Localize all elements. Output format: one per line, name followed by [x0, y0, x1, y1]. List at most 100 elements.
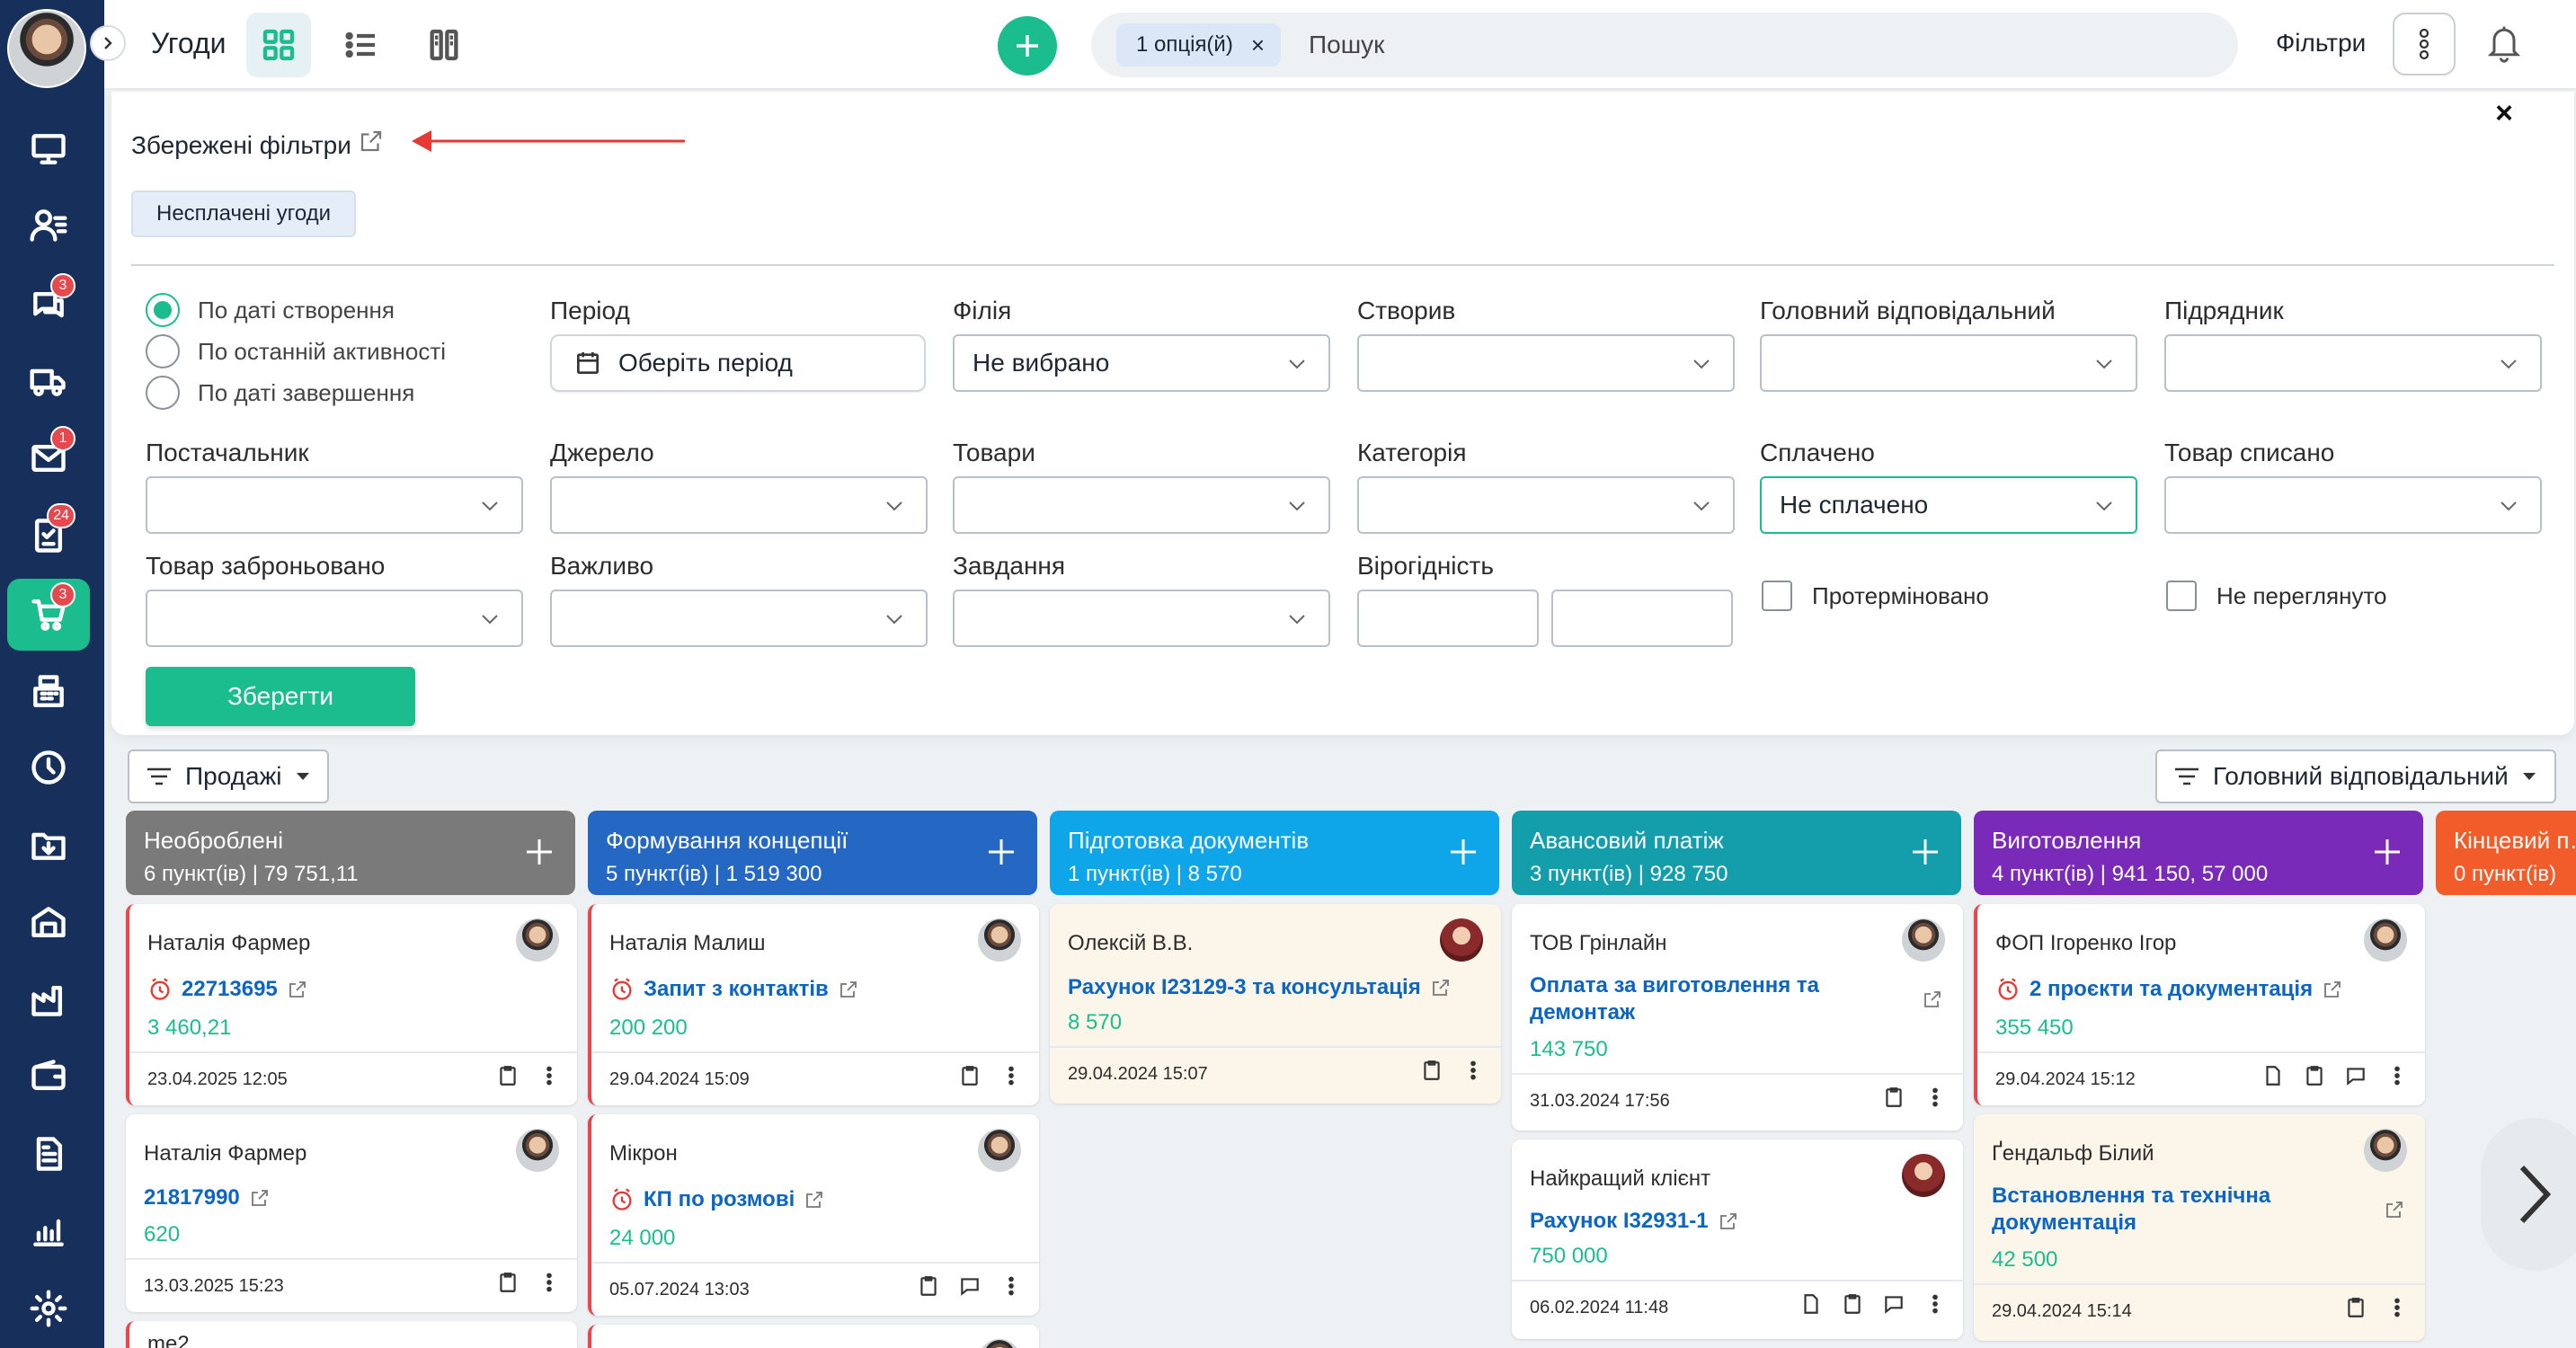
deal-card[interactable]: Мікрон КП по розмові 24 000 05.07.2024 1… — [588, 1114, 1039, 1316]
sidebar-item-cashier[interactable] — [27, 670, 70, 714]
products-select[interactable] — [953, 476, 1330, 534]
clipboard-icon[interactable] — [2303, 1064, 2326, 1087]
clipboard-icon[interactable] — [1420, 1059, 1443, 1082]
sidebar-item-deals[interactable]: 3 — [27, 582, 76, 636]
list-view-button[interactable] — [329, 13, 394, 77]
plus-icon[interactable] — [1907, 834, 1943, 870]
clipboard-icon[interactable] — [1841, 1292, 1864, 1316]
branch-select[interactable]: Не вибрано — [953, 334, 1330, 392]
vertical-dots-icon[interactable] — [1461, 1059, 1485, 1082]
card-title[interactable]: 22713695 — [182, 976, 278, 1003]
radio-button[interactable] — [146, 376, 180, 410]
sidebar-item-finance[interactable] — [27, 1055, 70, 1098]
supplier-select[interactable] — [146, 476, 523, 534]
file-icon[interactable] — [2261, 1064, 2285, 1087]
plus-icon[interactable] — [983, 834, 1019, 870]
sidebar-item-delivery[interactable] — [27, 359, 70, 403]
external-link-icon[interactable] — [1922, 989, 1943, 1010]
plus-icon[interactable] — [2369, 834, 2405, 870]
external-link-icon[interactable] — [2322, 979, 2343, 1000]
deal-card[interactable]: me2 — [126, 1321, 577, 1348]
category-select[interactable] — [1357, 476, 1735, 534]
plus-icon[interactable] — [1445, 834, 1481, 870]
sidebar-item-contacts[interactable] — [27, 203, 70, 246]
deal-card[interactable]: Наталія Фармер 22713695 3 460,21 23.04.2… — [126, 904, 577, 1105]
vertical-dots-icon[interactable] — [999, 1064, 1023, 1087]
paid-select[interactable]: Не сплачено — [1760, 476, 2137, 534]
add-deal-button[interactable] — [998, 16, 1057, 75]
close-filter-panel-button[interactable]: × — [2481, 95, 2527, 131]
source-select[interactable] — [550, 476, 928, 534]
external-link-icon[interactable] — [249, 1187, 271, 1209]
vertical-dots-icon[interactable] — [2385, 1296, 2409, 1319]
card-title[interactable]: Рахунок I32931-1 — [1530, 1208, 1709, 1235]
vertical-dots-icon[interactable] — [999, 1274, 1023, 1298]
sidebar-item-dashboard[interactable] — [27, 128, 70, 171]
external-link-icon[interactable] — [287, 979, 308, 1000]
comment-icon[interactable] — [2344, 1064, 2367, 1087]
clipboard-icon[interactable] — [1882, 1086, 1905, 1109]
vertical-dots-icon[interactable] — [1923, 1086, 1947, 1109]
group-by-select[interactable]: Головний відповідальний — [2155, 749, 2556, 803]
clipboard-icon[interactable] — [958, 1064, 982, 1087]
card-title[interactable]: Встановлення та технічна документація — [1992, 1184, 2270, 1235]
filters-button[interactable]: Фільтри — [2276, 29, 2366, 58]
created-by-select[interactable] — [1357, 334, 1735, 392]
checkbox-box[interactable] — [2166, 581, 2197, 611]
probability-to-input[interactable] — [1551, 590, 1733, 647]
radio-button[interactable] — [146, 293, 180, 327]
external-link-icon[interactable] — [358, 128, 385, 155]
main-responsible-select[interactable] — [1760, 334, 2137, 392]
sidebar-item-production[interactable] — [27, 978, 70, 1021]
reserved-select[interactable] — [146, 590, 523, 647]
sidebar-item-tasks[interactable]: 24 — [27, 503, 76, 557]
sidebar-item-settings[interactable] — [27, 1287, 70, 1330]
comment-icon[interactable] — [1882, 1292, 1905, 1316]
card-title[interactable]: Рахунок I23129-3 та консультація — [1068, 974, 1421, 1001]
save-filter-button[interactable]: Зберегти — [146, 667, 415, 726]
pipeline-select[interactable]: Продажі — [128, 749, 329, 803]
clipboard-icon[interactable] — [496, 1271, 520, 1294]
kanban-view-button[interactable] — [246, 13, 311, 77]
checkbox-box[interactable] — [1762, 581, 1792, 611]
scroll-right-button[interactable] — [2481, 1118, 2576, 1271]
radio-created-date[interactable]: По даті створення — [146, 293, 395, 327]
important-select[interactable] — [550, 590, 928, 647]
sidebar-item-chat[interactable]: 3 — [27, 273, 76, 327]
vertical-dots-icon[interactable] — [2385, 1064, 2409, 1087]
deal-card[interactable]: Найкращий клієнт Рахунок I32931-1 750 00… — [1512, 1140, 1963, 1339]
deal-card[interactable]: ТОВ Грінлайн Оплата за виготовлення та д… — [1512, 904, 1963, 1131]
file-icon[interactable] — [1799, 1292, 1823, 1316]
vertical-dots-icon[interactable] — [537, 1271, 561, 1294]
card-title[interactable]: Оплата за виготовлення та демонтаж — [1530, 973, 1819, 1024]
sidebar-item-documents[interactable] — [27, 823, 70, 866]
more-options-button[interactable] — [2393, 13, 2456, 75]
clipboard-icon[interactable] — [917, 1274, 940, 1298]
saved-filter-chip[interactable]: Несплачені угоди — [131, 191, 357, 237]
tasks-select[interactable] — [953, 590, 1330, 647]
sidebar-item-time[interactable] — [27, 746, 70, 789]
radio-completion-date[interactable]: По даті завершення — [146, 376, 414, 410]
probability-from-input[interactable] — [1357, 590, 1539, 647]
card-title[interactable]: Запит з контактів — [644, 976, 829, 1003]
contractor-select[interactable] — [2164, 334, 2542, 392]
search-input[interactable] — [1309, 23, 2118, 67]
chip-remove-icon[interactable]: × — [1251, 31, 1265, 59]
overdue-checkbox[interactable]: Протерміновано — [1762, 581, 1989, 611]
clipboard-icon[interactable] — [496, 1064, 520, 1087]
external-link-icon[interactable] — [838, 979, 859, 1000]
deal-card[interactable]: Наталія Малиш Запит з контактів 200 200 … — [588, 904, 1039, 1105]
deal-card[interactable]: Ґендальф Білий Встановлення та технічна … — [1974, 1114, 2425, 1341]
card-title[interactable]: 21817990 — [144, 1184, 240, 1211]
written-off-select[interactable] — [2164, 476, 2542, 534]
radio-last-activity[interactable]: По останній активності — [146, 334, 446, 368]
deal-card[interactable] — [588, 1325, 1039, 1348]
card-title[interactable]: КП по розмові — [644, 1186, 795, 1213]
plus-icon[interactable] — [521, 834, 557, 870]
vertical-dots-icon[interactable] — [537, 1064, 561, 1087]
radio-button[interactable] — [146, 334, 180, 368]
external-link-icon[interactable] — [2384, 1199, 2405, 1220]
search-filter-chip[interactable]: 1 опція(й) × — [1116, 23, 1282, 67]
sidebar-item-warehouse[interactable] — [27, 900, 70, 944]
sidebar-item-mail[interactable]: 1 — [27, 426, 76, 480]
